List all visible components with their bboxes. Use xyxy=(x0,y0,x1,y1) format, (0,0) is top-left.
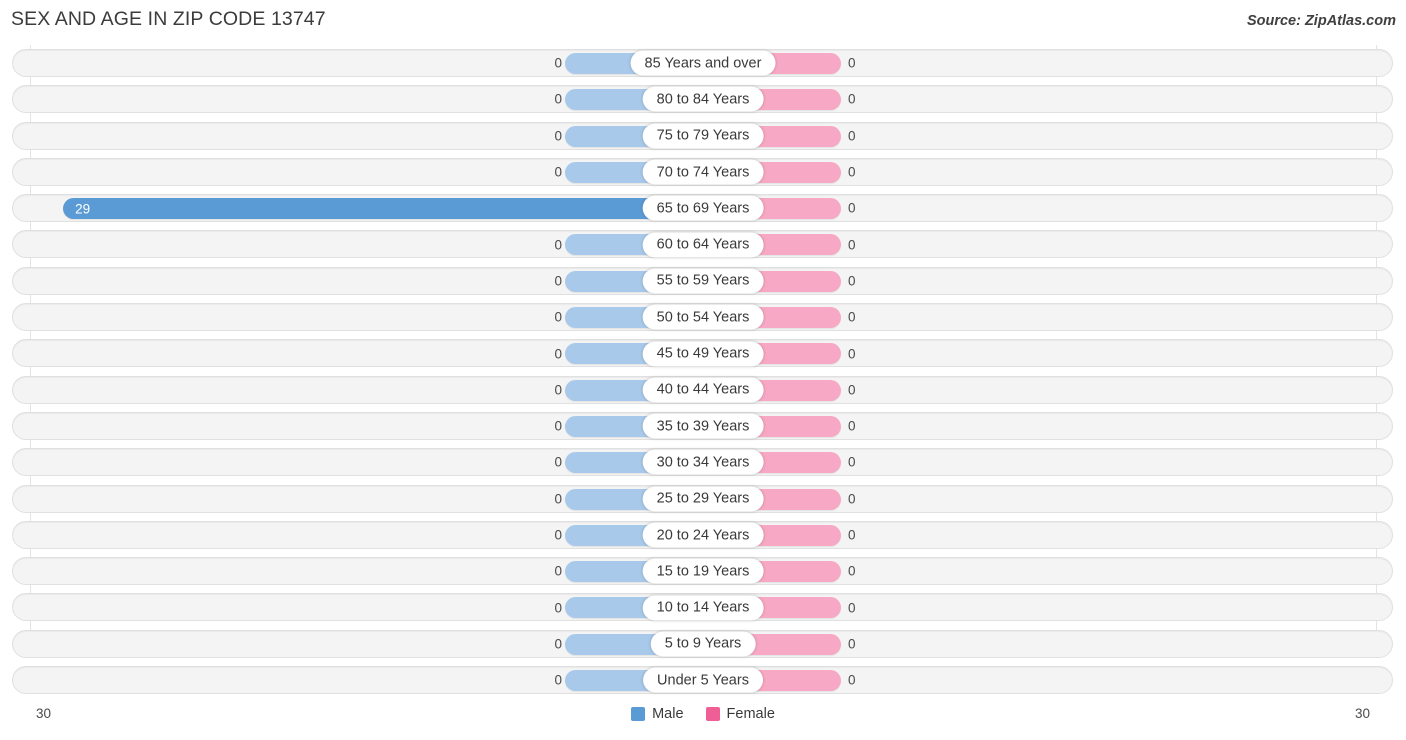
square-swatch-icon xyxy=(705,707,720,721)
chart-header: SEX AND AGE IN ZIP CODE 13747 Source: Zi… xyxy=(0,0,1406,45)
male-value-label: 0 xyxy=(554,600,562,616)
age-group-label: 50 to 54 Years xyxy=(642,304,764,330)
male-value-label: 0 xyxy=(554,672,562,688)
age-group-label: Under 5 Years xyxy=(643,667,763,693)
male-value-label: 0 xyxy=(554,55,562,71)
chart-row: 0 0 20 to 24 Years xyxy=(0,517,1406,553)
male-value-label: 0 xyxy=(554,91,562,107)
chart-row: 0 0 60 to 64 Years xyxy=(0,226,1406,262)
male-value-label: 0 xyxy=(554,527,562,543)
female-value-label: 0 xyxy=(848,418,856,434)
female-value-label: 0 xyxy=(848,128,856,144)
male-value-label: 0 xyxy=(554,346,562,362)
chart-row: 0 0 35 to 39 Years xyxy=(0,408,1406,444)
female-value-label: 0 xyxy=(848,454,856,470)
male-value-label: 0 xyxy=(554,164,562,180)
age-group-label: 15 to 19 Years xyxy=(642,558,764,584)
female-value-label: 0 xyxy=(848,200,856,216)
female-value-label: 0 xyxy=(848,91,856,107)
age-group-label: 70 to 74 Years xyxy=(642,159,764,185)
male-value-label: 0 xyxy=(554,454,562,470)
chart-row: 0 0 45 to 49 Years xyxy=(0,335,1406,371)
chart-row: 0 0 70 to 74 Years xyxy=(0,154,1406,190)
male-value-label: 0 xyxy=(554,309,562,325)
chart-row: 0 0 25 to 29 Years xyxy=(0,481,1406,517)
age-group-label: 5 to 9 Years xyxy=(650,631,756,657)
chart-row: 0 0 5 to 9 Years xyxy=(0,626,1406,662)
chart-row: 0 0 10 to 14 Years xyxy=(0,589,1406,625)
female-value-label: 0 xyxy=(848,273,856,289)
chart-row: 0 0 75 to 79 Years xyxy=(0,118,1406,154)
female-value-label: 0 xyxy=(848,309,856,325)
chart-row: 0 0 40 to 44 Years xyxy=(0,372,1406,408)
male-value-label: 0 xyxy=(554,636,562,652)
chart-legend: Male Female xyxy=(0,706,1406,722)
male-value-label: 0 xyxy=(554,128,562,144)
legend-label: Female xyxy=(726,706,775,722)
female-value-label: 0 xyxy=(848,636,856,652)
chart-plot-area: 0 0 85 Years and over 0 0 80 to 84 Years 0 0 75 … xyxy=(0,45,1406,700)
male-value-label: 0 xyxy=(554,273,562,289)
chart-row: 0 0 Under 5 Years xyxy=(0,662,1406,698)
age-group-label: 55 to 59 Years xyxy=(642,268,764,294)
male-value-label: 0 xyxy=(554,382,562,398)
male-bar-inline-value: 29 xyxy=(75,201,91,217)
female-value-label: 0 xyxy=(848,382,856,398)
female-value-label: 0 xyxy=(848,346,856,362)
age-group-label: 30 to 34 Years xyxy=(642,449,764,475)
chart-row: 0 0 85 Years and over xyxy=(0,45,1406,81)
chart-row: 0 0 55 to 59 Years xyxy=(0,263,1406,299)
chart-row: 0 0 80 to 84 Years xyxy=(0,81,1406,117)
female-value-label: 0 xyxy=(848,600,856,616)
male-value-label: 0 xyxy=(554,563,562,579)
legend-item-male[interactable]: Male xyxy=(631,706,684,722)
female-value-label: 0 xyxy=(848,491,856,507)
age-group-label: 20 to 24 Years xyxy=(642,522,764,548)
age-group-label: 10 to 14 Years xyxy=(642,595,764,621)
male-bar[interactable]: 29 xyxy=(63,198,703,220)
age-group-label: 80 to 84 Years xyxy=(642,86,764,112)
male-value-label: 0 xyxy=(554,237,562,253)
legend-label: Male xyxy=(652,706,684,722)
male-value-label: 0 xyxy=(554,418,562,434)
female-value-label: 0 xyxy=(848,164,856,180)
age-group-label: 85 Years and over xyxy=(630,50,776,76)
chart-row: 29 0 65 to 69 Years xyxy=(0,190,1406,226)
male-value-label: 0 xyxy=(554,491,562,507)
age-group-label: 60 to 64 Years xyxy=(642,232,764,258)
age-group-label: 65 to 69 Years xyxy=(642,195,764,221)
chart-rows: 0 0 85 Years and over 0 0 80 to 84 Years 0 0 75 … xyxy=(0,45,1406,698)
chart-row: 0 0 50 to 54 Years xyxy=(0,299,1406,335)
female-value-label: 0 xyxy=(848,672,856,688)
age-group-label: 75 to 79 Years xyxy=(642,123,764,149)
age-group-label: 35 to 39 Years xyxy=(642,413,764,439)
female-value-label: 0 xyxy=(848,527,856,543)
age-group-label: 25 to 29 Years xyxy=(642,486,764,512)
source-attribution: Source: ZipAtlas.com xyxy=(1246,13,1396,29)
chart-footer: 30 30 Male Female xyxy=(0,700,1406,740)
age-group-label: 40 to 44 Years xyxy=(642,377,764,403)
chart-row: 0 0 30 to 34 Years xyxy=(0,444,1406,480)
female-value-label: 0 xyxy=(848,237,856,253)
legend-item-female[interactable]: Female xyxy=(705,706,775,722)
female-value-label: 0 xyxy=(848,563,856,579)
chart-row: 0 0 15 to 19 Years xyxy=(0,553,1406,589)
female-value-label: 0 xyxy=(848,55,856,71)
page-title: SEX AND AGE IN ZIP CODE 13747 xyxy=(11,8,326,30)
age-group-label: 45 to 49 Years xyxy=(642,341,764,367)
square-swatch-icon xyxy=(631,707,646,721)
